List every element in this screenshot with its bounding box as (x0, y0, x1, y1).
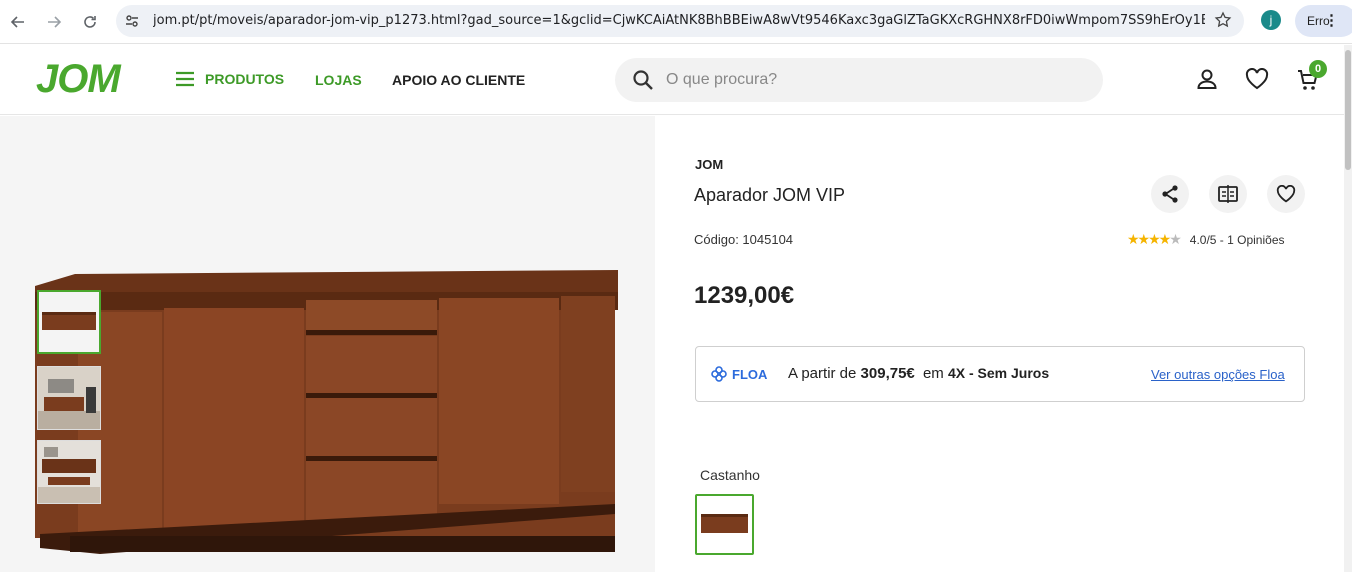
product-code: Código: 1045104 (694, 232, 794, 247)
rating-stars-icon: ★★★★★ (1127, 231, 1182, 247)
favorite-button[interactable] (1267, 175, 1305, 213)
compare-icon (1218, 185, 1238, 203)
search-input[interactable] (666, 69, 1066, 91)
site-settings-icon[interactable] (124, 13, 140, 34)
color-swatch-castanho[interactable] (695, 494, 754, 555)
heart-icon (1276, 185, 1296, 203)
search-icon[interactable] (632, 69, 654, 96)
reload-icon[interactable] (78, 10, 102, 34)
back-icon[interactable] (6, 10, 30, 34)
forward-icon[interactable] (42, 10, 66, 34)
floa-other-options-link[interactable]: Ver outras opções Floa (1151, 367, 1285, 382)
hamburger-icon (176, 71, 194, 87)
address-bar[interactable]: jom.pt/pt/moveis/aparador-jom-vip_p1273.… (116, 5, 1244, 37)
support-link[interactable]: APOIO AO CLIENTE (392, 72, 525, 88)
products-label: PRODUTOS (205, 71, 285, 87)
color-name: Castanho (700, 467, 760, 483)
product-price: 1239,00€ (694, 282, 795, 309)
product-brand[interactable]: JOM (695, 157, 723, 172)
scrollbar-thumb[interactable] (1345, 50, 1351, 170)
floa-installments: 4X - Sem Juros (947, 365, 1050, 381)
wishlist-icon[interactable] (1245, 67, 1269, 95)
browser-toolbar: jom.pt/pt/moveis/aparador-jom-vip_p1273.… (0, 0, 1352, 44)
kebab-menu-icon[interactable]: ⋮ (1324, 5, 1339, 37)
product-title: Aparador JOM VIP (694, 185, 846, 205)
floa-financing-box: FLOA A partir de 309,75€ em 4X - Sem Jur… (695, 346, 1305, 402)
rating-text: 4.0/5 - 1 Opiniões (1189, 232, 1285, 247)
floa-middle: em (922, 365, 944, 382)
floa-flower-icon (711, 366, 727, 382)
floa-logo: FLOA (710, 365, 767, 383)
jom-logo[interactable]: JOM (36, 57, 121, 102)
gallery-thumbnail[interactable] (37, 440, 101, 504)
compare-button[interactable] (1209, 175, 1247, 213)
floa-logo-text: FLOA (732, 366, 768, 382)
url-text: jom.pt/pt/moveis/aparador-jom-vip_p1273.… (153, 13, 1205, 28)
products-menu[interactable]: PRODUTOS (175, 71, 284, 87)
floa-amount: 309,75€ (860, 365, 915, 382)
share-icon (1162, 185, 1178, 203)
gallery-thumbnail[interactable] (37, 290, 101, 354)
product-gallery (0, 116, 655, 572)
profile-avatar[interactable]: j (1261, 10, 1281, 30)
bookmark-star-icon[interactable] (1214, 11, 1232, 34)
site-header: JOM PRODUTOS LOJAS APOIO AO CLIENTE 0 (0, 45, 1344, 115)
browser-error-button[interactable]: Erro ⋮ (1295, 5, 1352, 37)
gallery-thumbnail[interactable] (37, 366, 101, 430)
stores-link[interactable]: LOJAS (315, 72, 362, 88)
floa-offer-text: A partir de 309,75€ em 4X - Sem Juros (788, 365, 1049, 382)
search-bar (615, 58, 1103, 102)
cart-count-badge: 0 (1309, 60, 1327, 78)
share-button[interactable] (1151, 175, 1189, 213)
product-rating[interactable]: ★★★★★ 4.0/5 - 1 Opiniões (1127, 231, 1285, 248)
page-scrollbar[interactable] (1344, 45, 1352, 572)
account-icon[interactable] (1196, 68, 1218, 95)
floa-prefix: A partir de (788, 365, 857, 382)
main-product-image[interactable] (30, 266, 622, 558)
